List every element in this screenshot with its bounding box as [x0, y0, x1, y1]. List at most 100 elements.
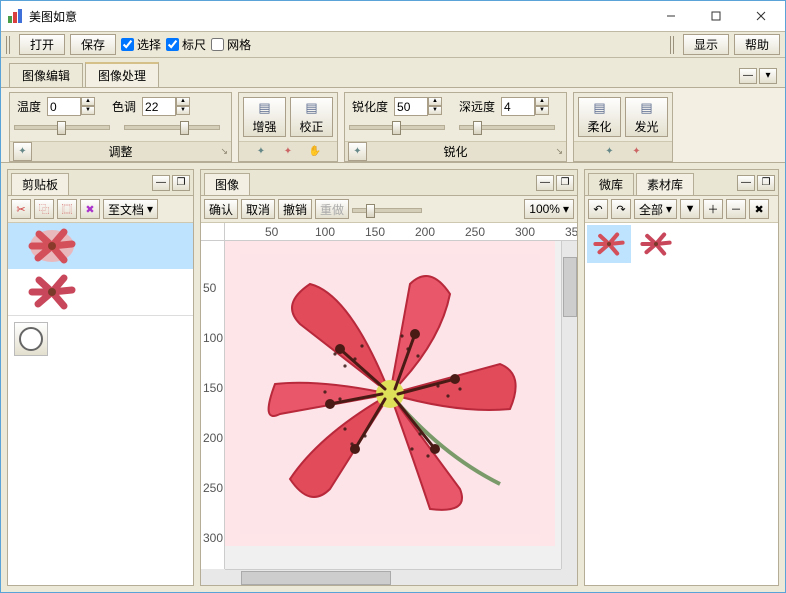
tab-image-process[interactable]: 图像处理: [85, 62, 159, 87]
tab-image-edit[interactable]: 图像编辑: [9, 63, 83, 87]
enhance-button[interactable]: ▤增强: [243, 97, 286, 137]
tab-sucai[interactable]: 素材库: [636, 173, 694, 195]
ribbon-close-button[interactable]: ▾: [759, 68, 777, 84]
zoom-dropdown[interactable]: 100%▾: [524, 199, 574, 219]
library-toolbar: ↶ ↷ 全部▾ ▼ ＋ － ✖: [585, 196, 778, 223]
wand-icon[interactable]: ✦: [600, 142, 619, 161]
tab-weiku[interactable]: 微库: [588, 173, 634, 195]
import-button[interactable]: ↶: [588, 199, 608, 219]
window-maximize-button[interactable]: [693, 2, 738, 30]
filter-button[interactable]: ▼: [680, 199, 700, 219]
toolbar-grip-right[interactable]: [670, 36, 675, 54]
depth-slider[interactable]: [459, 119, 555, 133]
canvas-image[interactable]: [225, 241, 555, 546]
expand-icon[interactable]: ↘: [220, 146, 228, 157]
cut-button[interactable]: ✂: [11, 199, 31, 219]
wand-icon[interactable]: ✦: [279, 142, 298, 161]
app-window: 美图如意 打开 保存 选择 标尺 网格 显示 帮助 图像编辑 图像处理 ― ▾: [0, 0, 786, 593]
chevron-down-icon: ▾: [563, 202, 569, 216]
temperature-spinner[interactable]: ▲▼: [47, 97, 95, 116]
show-button[interactable]: 显示: [683, 34, 729, 55]
text-icon: ▤: [258, 100, 270, 116]
confirm-button[interactable]: 确认: [204, 199, 238, 219]
library-panel: 微库 素材库 ― ❐ ↶ ↷ 全部▾ ▼ ＋ － ✖: [584, 169, 779, 586]
vertical-scrollbar[interactable]: [561, 241, 577, 569]
window-minimize-button[interactable]: [648, 2, 693, 30]
main-tabs: 图像编辑 图像处理 ― ▾: [1, 58, 785, 87]
up-arrow-icon[interactable]: ▲: [81, 97, 95, 106]
library-item[interactable]: [634, 225, 678, 263]
cancel-button[interactable]: 取消: [241, 199, 275, 219]
grid-checkbox[interactable]: 网格: [211, 36, 251, 53]
save-button[interactable]: 保存: [70, 34, 116, 55]
wand-icon[interactable]: ✦: [348, 142, 367, 161]
chevron-down-icon: ▾: [666, 202, 672, 216]
help-button[interactable]: 帮助: [734, 34, 780, 55]
zoom-slider[interactable]: [352, 202, 422, 216]
hand-icon[interactable]: ✋: [306, 142, 325, 161]
glow-button[interactable]: ▤发光: [625, 97, 668, 137]
clipboard-tab[interactable]: 剪贴板: [11, 173, 69, 195]
tone-spinner[interactable]: ▲▼: [142, 97, 190, 116]
wand-icon[interactable]: ✦: [13, 142, 32, 161]
ribbon-group-enhance-correct: ▤增强 ▤校正 ✦ ✦ ✋: [238, 92, 338, 162]
panel-restore-button[interactable]: ❐: [172, 175, 190, 191]
add-button[interactable]: ＋: [703, 199, 723, 219]
toolbar-grip[interactable]: [6, 36, 11, 54]
ruler-checkbox[interactable]: 标尺: [166, 36, 206, 53]
canvas[interactable]: [225, 241, 561, 569]
tone-label: 色调: [109, 98, 139, 115]
down-arrow-icon[interactable]: ▼: [81, 106, 95, 115]
ribbon-group-soften-glow: ▤柔化 ▤发光 ✦ ✦: [573, 92, 673, 162]
sharpness-slider[interactable]: [349, 119, 445, 133]
text-icon: ▤: [593, 100, 605, 116]
open-button[interactable]: 打开: [19, 34, 65, 55]
ribbon-group-adjust: 温度 ▲▼ 色调 ▲▼ ✦ 调整 ↘: [9, 92, 232, 162]
tone-slider[interactable]: [124, 119, 220, 133]
down-arrow-icon[interactable]: ▼: [176, 106, 190, 115]
panel-restore-button[interactable]: ❐: [757, 175, 775, 191]
clipboard-toolbar: ✂ ⿻ ⿴ ✖ 至文档▾: [8, 196, 193, 223]
ribbon-minimize-button[interactable]: ―: [739, 68, 757, 84]
depth-spinner[interactable]: ▲▼: [501, 97, 549, 116]
clipboard-panel: 剪贴板 ― ❐ ✂ ⿻ ⿴ ✖ 至文档▾: [7, 169, 194, 586]
ribbon: 温度 ▲▼ 色调 ▲▼ ✦ 调整 ↘: [1, 87, 785, 163]
clipboard-item[interactable]: [8, 223, 96, 269]
delete-all-button[interactable]: ✖: [749, 199, 769, 219]
ribbon-group-sharpen: 锐化度 ▲▼ 深远度 ▲▼ ✦ 锐化 ↘: [344, 92, 567, 162]
window-close-button[interactable]: [738, 2, 783, 30]
to-document-dropdown[interactable]: 至文档▾: [103, 199, 158, 219]
copy-button[interactable]: ⿻: [34, 199, 54, 219]
panel-minimize-button[interactable]: ―: [152, 175, 170, 191]
panel-minimize-button[interactable]: ―: [737, 175, 755, 191]
panel-minimize-button[interactable]: ―: [536, 175, 554, 191]
remove-button[interactable]: －: [726, 199, 746, 219]
temperature-slider[interactable]: [14, 119, 110, 133]
group-label-adjust: 调整: [108, 143, 132, 160]
sharpness-spinner[interactable]: ▲▼: [394, 97, 442, 116]
up-arrow-icon[interactable]: ▲: [176, 97, 190, 106]
sharpness-label: 锐化度: [349, 98, 391, 115]
expand-icon[interactable]: ↘: [555, 146, 563, 157]
image-tab[interactable]: 图像: [204, 173, 250, 195]
correct-button[interactable]: ▤校正: [290, 97, 333, 137]
undo-button[interactable]: 撤销: [278, 199, 312, 219]
redo-button[interactable]: 重做: [315, 199, 349, 219]
select-checkbox[interactable]: 选择: [121, 36, 161, 53]
app-icon: [7, 8, 23, 24]
soften-button[interactable]: ▤柔化: [578, 97, 621, 137]
horizontal-scrollbar[interactable]: [225, 569, 561, 585]
panel-restore-button[interactable]: ❐: [556, 175, 574, 191]
text-icon: ▤: [305, 100, 317, 116]
clipboard-list: [8, 223, 193, 585]
filter-all-dropdown[interactable]: 全部▾: [634, 199, 677, 219]
paste-button[interactable]: ⿴: [57, 199, 77, 219]
export-button[interactable]: ↷: [611, 199, 631, 219]
wand-icon[interactable]: ✦: [252, 142, 271, 161]
clipboard-item[interactable]: [8, 269, 96, 315]
delete-button[interactable]: ✖: [80, 199, 100, 219]
library-item[interactable]: [587, 225, 631, 263]
wand-icon[interactable]: ✦: [627, 142, 646, 161]
record-button[interactable]: [19, 327, 43, 351]
text-icon: ▤: [640, 100, 652, 116]
